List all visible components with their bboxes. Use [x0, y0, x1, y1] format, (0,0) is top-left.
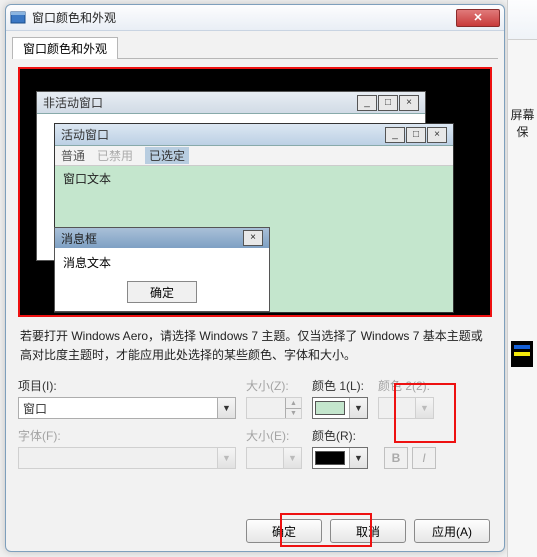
color1-label: 颜色 1(L):: [312, 377, 368, 394]
preview-message-box: 消息框 × 消息文本 确定: [54, 227, 270, 312]
chevron-down-icon: ▼: [349, 398, 367, 418]
item-select[interactable]: 窗口 ▼: [18, 397, 236, 419]
row-item: 项目(I): 窗口 ▼ 大小(Z): ▲▼ 颜色 1(L): ▼: [18, 377, 492, 419]
msgbox-body: 消息文本: [55, 248, 269, 277]
spin-up-icon: ▲: [286, 398, 301, 409]
size-e-label: 大小(E):: [246, 427, 302, 444]
tab-strip: 窗口颜色和外观: [6, 31, 504, 59]
inactive-window-title: 非活动窗口: [43, 94, 103, 111]
inactive-window-titlebar: 非活动窗口 _ □ ×: [37, 92, 425, 114]
bold-button: B: [384, 447, 408, 469]
close-icon: ×: [399, 95, 419, 111]
msgbox-ok-button: 确定: [127, 281, 197, 303]
preview-menubar: 普通 已禁用 已选定: [55, 146, 453, 166]
msgbox-titlebar: 消息框 ×: [55, 228, 269, 248]
close-icon: ×: [427, 127, 447, 143]
active-window-title: 活动窗口: [61, 126, 109, 143]
background-toolbar: [508, 0, 537, 40]
chevron-down-icon: ▼: [217, 448, 235, 468]
close-icon: ✕: [473, 11, 482, 24]
chevron-down-icon: ▼: [217, 398, 235, 418]
item-label: 项目(I):: [18, 377, 236, 394]
dialog-title: 窗口颜色和外观: [32, 9, 116, 26]
item-select-value: 窗口: [23, 400, 47, 417]
background-window-strip: 屏幕保: [507, 0, 537, 557]
menu-item-selected: 已选定: [145, 147, 189, 164]
size-e-select: ▼: [246, 447, 302, 469]
color-r-combo[interactable]: ▼: [312, 447, 368, 469]
chevron-down-icon: ▼: [415, 398, 433, 418]
minimize-icon: _: [385, 127, 405, 143]
preview-window-text: 窗口文本: [63, 172, 111, 186]
color1-swatch: [315, 401, 345, 415]
menu-item-disabled: 已禁用: [97, 147, 133, 164]
high-contrast-theme-icon: [511, 341, 533, 367]
dialog-button-row: 确定 取消 应用(A): [246, 519, 490, 543]
help-text: 若要打开 Windows Aero，请选择 Windows 7 主题。仅当选择了…: [20, 327, 490, 365]
dialog-titlebar[interactable]: 窗口颜色和外观 ✕: [6, 5, 504, 31]
cancel-button[interactable]: 取消: [330, 519, 406, 543]
size-z-label: 大小(Z):: [246, 377, 302, 394]
active-window-titlebar: 活动窗口 _ □ ×: [55, 124, 453, 146]
msgbox-title: 消息框: [61, 230, 97, 247]
msgbox-text: 消息文本: [63, 256, 111, 270]
size-z-input: ▲▼: [246, 397, 302, 419]
font-select: ▼: [18, 447, 236, 469]
dialog-icon: [10, 10, 26, 26]
row-font: 字体(F): ▼ 大小(E): ▼ 颜色(R): ▼ B I: [18, 427, 492, 469]
tab-window-color[interactable]: 窗口颜色和外观: [12, 37, 118, 59]
maximize-icon: □: [406, 127, 426, 143]
color-r-swatch: [315, 451, 345, 465]
background-label: 屏幕保: [508, 100, 537, 146]
chevron-down-icon: ▼: [349, 448, 367, 468]
menu-item-normal: 普通: [61, 147, 85, 164]
color2-combo: ▼: [378, 397, 434, 419]
minimize-icon: _: [357, 95, 377, 111]
dialog-content: 非活动窗口 _ □ × 活动窗口 _ □ ×: [6, 59, 504, 487]
italic-button: I: [412, 447, 436, 469]
dialog-window: 窗口颜色和外观 ✕ 窗口颜色和外观 非活动窗口 _ □ ×: [5, 4, 505, 552]
close-icon: ×: [243, 230, 263, 246]
dialog-close-button[interactable]: ✕: [456, 9, 500, 27]
color2-label: 颜色 2(2):: [378, 377, 434, 394]
maximize-icon: □: [378, 95, 398, 111]
ok-button[interactable]: 确定: [246, 519, 322, 543]
apply-button[interactable]: 应用(A): [414, 519, 490, 543]
color1-combo[interactable]: ▼: [312, 397, 368, 419]
color-r-label: 颜色(R):: [312, 427, 368, 444]
spin-down-icon: ▼: [286, 409, 301, 419]
chevron-down-icon: ▼: [283, 448, 301, 468]
font-label: 字体(F):: [18, 427, 236, 444]
preview-area: 非活动窗口 _ □ × 活动窗口 _ □ ×: [18, 67, 492, 317]
